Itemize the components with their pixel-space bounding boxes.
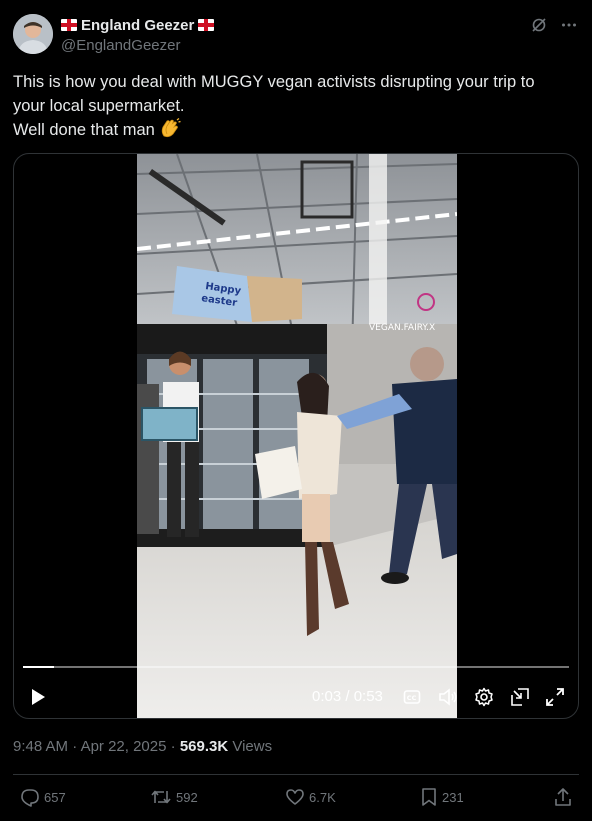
author-name-row[interactable]: England Geezer [61, 16, 215, 34]
tweet-text: This is how you deal with MUGGY vegan ac… [13, 70, 579, 145]
england-flag-icon [198, 19, 215, 31]
captions-icon[interactable]: CC [401, 686, 423, 708]
tweet-line-with-emoji: Well done that man [13, 118, 579, 145]
tweet-line: your local supermarket. [13, 97, 185, 115]
play-icon[interactable] [28, 687, 48, 707]
bookmark-count: 231 [442, 789, 464, 805]
author-display-name[interactable]: England Geezer [81, 17, 194, 34]
share-icon [555, 788, 571, 806]
svg-text:CC: CC [407, 694, 417, 702]
video-scene-image: Happy easter VEGAN.FAIRY.X [137, 154, 457, 718]
tweet-meta: 9:48 AM · Apr 22, 2025 · 569.3K Views [13, 738, 272, 755]
england-flag-icon [61, 19, 77, 31]
like-button[interactable]: 6.7K [285, 787, 336, 807]
repost-count: 592 [176, 789, 198, 805]
views-count: 569.3K [179, 738, 229, 755]
repost-button[interactable]: 592 [150, 787, 198, 807]
tweet-header-actions [528, 14, 580, 36]
author-handle[interactable]: @EnglandGeezer [61, 37, 180, 54]
fullscreen-icon[interactable] [544, 686, 566, 708]
tweet-time[interactable]: 9:48 AM [13, 738, 68, 755]
reply-count: 657 [44, 789, 66, 805]
reply-button[interactable]: 657 [20, 787, 66, 807]
bookmark-button[interactable]: 231 [420, 787, 464, 807]
video-time: 0:03 / 0:53 [312, 688, 383, 705]
person-avatar-icon [13, 14, 53, 54]
avatar[interactable] [13, 14, 53, 54]
bookmark-icon [422, 788, 436, 806]
tweet-line: This is how you deal with MUGGY vegan ac… [13, 73, 535, 91]
tweet-line: Well done that man [13, 121, 155, 139]
grok-icon[interactable] [528, 14, 550, 36]
video-player[interactable]: Happy easter VEGAN.FAIRY.X 0:03 / 0:53 C… [13, 153, 579, 719]
meta-separator: · [72, 738, 81, 755]
share-button[interactable] [553, 787, 573, 807]
more-icon[interactable] [558, 14, 580, 36]
repost-icon [151, 790, 171, 804]
video-progress-bar[interactable] [23, 666, 569, 668]
picture-in-picture-icon[interactable] [509, 686, 531, 708]
reply-icon [21, 789, 39, 807]
views-label: Views [232, 738, 273, 755]
meta-separator: · [170, 738, 180, 755]
like-count: 6.7K [309, 789, 336, 805]
video-progress-fill [23, 666, 55, 668]
tweet-date[interactable]: Apr 22, 2025 [81, 738, 167, 755]
clapping-hands-icon [159, 118, 181, 145]
video-frame[interactable]: Happy easter VEGAN.FAIRY.X [137, 154, 457, 718]
heart-icon [286, 789, 304, 805]
settings-gear-icon[interactable] [473, 686, 495, 708]
video-watermark: VEGAN.FAIRY.X [369, 323, 435, 333]
volume-icon[interactable] [437, 686, 459, 708]
divider [13, 774, 579, 775]
